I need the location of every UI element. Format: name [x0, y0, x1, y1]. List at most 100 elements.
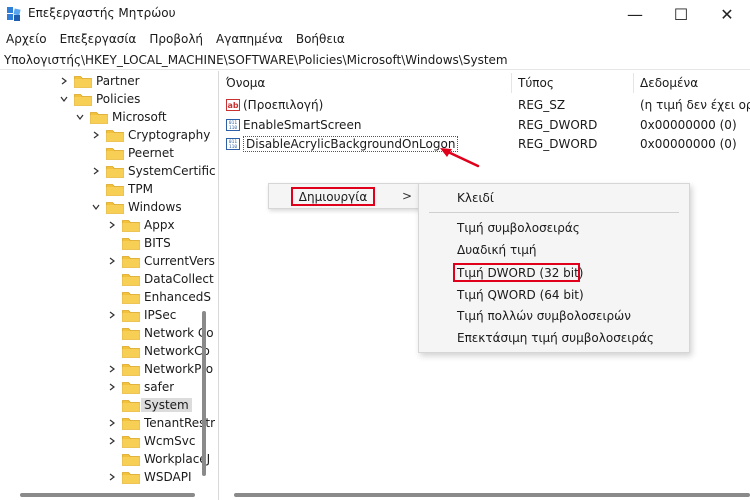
- chevron-right-icon[interactable]: [106, 363, 118, 375]
- tree-item[interactable]: IPSec: [106, 306, 216, 324]
- tree-item-label: Microsoft: [112, 110, 167, 124]
- chevron-down-icon[interactable]: [90, 201, 102, 213]
- menu-separator: [429, 212, 679, 213]
- tree-item-label: Peernet: [128, 146, 174, 160]
- tree-item[interactable]: CurrentVers: [106, 252, 216, 270]
- annotation-arrow-icon: [440, 148, 480, 168]
- new-submenu: Κλειδί Τιμή συμβολοσειράς Δυαδική τιμή Τ…: [418, 183, 690, 353]
- new-expandable-string-value-item[interactable]: Επεκτάσιμη τιμή συμβολοσειράς: [457, 328, 654, 348]
- horizontal-scrollbar[interactable]: [234, 493, 750, 497]
- folder-icon: [122, 453, 140, 466]
- key-tree-pane[interactable]: Partner Policies Microsoft Cryptography Peer…: [0, 71, 216, 500]
- close-button[interactable]: ✕: [704, 0, 750, 28]
- chevron-right-icon[interactable]: [106, 255, 118, 267]
- tree-vertical-scrollbar[interactable]: [202, 311, 206, 476]
- tree-item-label: Cryptography: [128, 128, 211, 142]
- chevron-right-icon[interactable]: [90, 165, 102, 177]
- value-type: REG_DWORD: [518, 117, 598, 132]
- tree-item[interactable]: WSDAPI: [106, 468, 216, 486]
- chevron-right-icon[interactable]: [106, 309, 118, 321]
- tree-horizontal-scrollbar[interactable]: [20, 493, 195, 497]
- tree-item[interactable]: Network Co: [106, 324, 216, 342]
- folder-icon: [122, 399, 140, 412]
- minimize-button[interactable]: —: [612, 0, 658, 28]
- chevron-right-icon[interactable]: [90, 129, 102, 141]
- value-row[interactable]: 011 110 DisableAcrylicBackgroundOnLogon …: [220, 134, 750, 153]
- tree-item[interactable]: Partner: [58, 72, 216, 90]
- string-value-icon: ab: [226, 98, 240, 111]
- folder-icon: [106, 183, 124, 196]
- folder-icon: [122, 291, 140, 304]
- tree-item[interactable]: Policies: [58, 90, 216, 108]
- tree-item[interactable]: Peernet: [90, 144, 216, 162]
- folder-icon: [122, 309, 140, 322]
- folder-icon: [122, 219, 140, 232]
- new-string-value-item[interactable]: Τιμή συμβολοσειράς: [457, 218, 580, 238]
- menu-help[interactable]: Βοήθεια: [296, 32, 345, 46]
- new-qword-value-item[interactable]: Τιμή QWORD (64 bit): [457, 285, 584, 305]
- chevron-down-icon[interactable]: [58, 93, 70, 105]
- tree-item[interactable]: WcmSvc: [106, 432, 216, 450]
- column-header-data[interactable]: Δεδομένα: [634, 73, 750, 93]
- tree-item[interactable]: safer: [106, 378, 216, 396]
- chevron-right-icon: >: [402, 189, 413, 203]
- pane-splitter[interactable]: [218, 71, 219, 500]
- tree-item-label: CurrentVers: [144, 254, 215, 268]
- chevron-right-icon[interactable]: [106, 471, 118, 483]
- chevron-right-icon[interactable]: [106, 417, 118, 429]
- folder-icon: [122, 363, 140, 376]
- chevron-right-icon[interactable]: [106, 435, 118, 447]
- tree-item[interactable]: EnhancedS: [106, 288, 216, 306]
- tree-item-label: Windows: [128, 200, 182, 214]
- tree-item-label: TPM: [128, 182, 153, 196]
- chevron-down-icon[interactable]: [74, 111, 86, 123]
- tree-item[interactable]: NetworkPro: [106, 360, 216, 378]
- tree-item[interactable]: Microsoft: [74, 108, 216, 126]
- folder-icon: [122, 471, 140, 484]
- folder-icon: [106, 201, 124, 214]
- tree-item[interactable]: BITS: [106, 234, 216, 252]
- column-header-type[interactable]: Τύπος: [512, 73, 634, 93]
- tree-item[interactable]: SystemCertific: [90, 162, 216, 180]
- folder-icon: [90, 111, 108, 124]
- tree-item[interactable]: Cryptography: [90, 126, 216, 144]
- menu-view[interactable]: Προβολή: [149, 32, 203, 46]
- maximize-button[interactable]: ☐: [658, 0, 704, 28]
- chevron-right-icon[interactable]: [58, 75, 70, 87]
- menu-file[interactable]: Αρχείο: [6, 32, 47, 46]
- new-multi-string-value-item[interactable]: Τιμή πολλών συμβολοσειρών: [457, 306, 631, 326]
- tree-item[interactable]: WorkplaceJ: [106, 450, 216, 468]
- value-name: EnableSmartScreen: [243, 117, 362, 132]
- folder-icon: [74, 75, 92, 88]
- tree-item[interactable]: DataCollect: [106, 270, 216, 288]
- menu-edit[interactable]: Επεξεργασία: [60, 32, 137, 46]
- tree-item[interactable]: Appx: [106, 216, 216, 234]
- new-menu-item[interactable]: Δημιουργία: [291, 187, 375, 206]
- folder-icon: [106, 147, 124, 160]
- value-row[interactable]: 011 110 EnableSmartScreen REG_DWORD 0x00…: [220, 115, 750, 134]
- dword-value-icon: 011 110: [226, 137, 240, 150]
- annotation-highlight-box: [453, 263, 580, 282]
- folder-icon: [122, 237, 140, 250]
- tree-item[interactable]: TenantRestr: [106, 414, 216, 432]
- menu-favorites[interactable]: Αγαπημένα: [216, 32, 283, 46]
- column-header-name[interactable]: Όνομα: [220, 73, 512, 93]
- value-row[interactable]: ab (Προεπιλογή) REG_SZ (η τιμή δεν έχει …: [220, 95, 750, 114]
- tree-item[interactable]: TPM: [90, 180, 216, 198]
- new-binary-value-item[interactable]: Δυαδική τιμή: [457, 240, 536, 260]
- folder-icon: [122, 435, 140, 448]
- folder-icon: [122, 381, 140, 394]
- new-key-item[interactable]: Κλειδί: [457, 188, 494, 208]
- chevron-right-icon[interactable]: [106, 219, 118, 231]
- value-data: 0x00000000 (0): [640, 117, 737, 132]
- address-bar[interactable]: Υπολογιστής\HKEY_LOCAL_MACHINE\SOFTWARE\…: [0, 50, 750, 70]
- tree-item[interactable]: System: [106, 396, 216, 414]
- chevron-right-icon[interactable]: [106, 381, 118, 393]
- tree-item[interactable]: NetworkCo: [106, 342, 216, 360]
- tree-item[interactable]: Windows: [90, 198, 216, 216]
